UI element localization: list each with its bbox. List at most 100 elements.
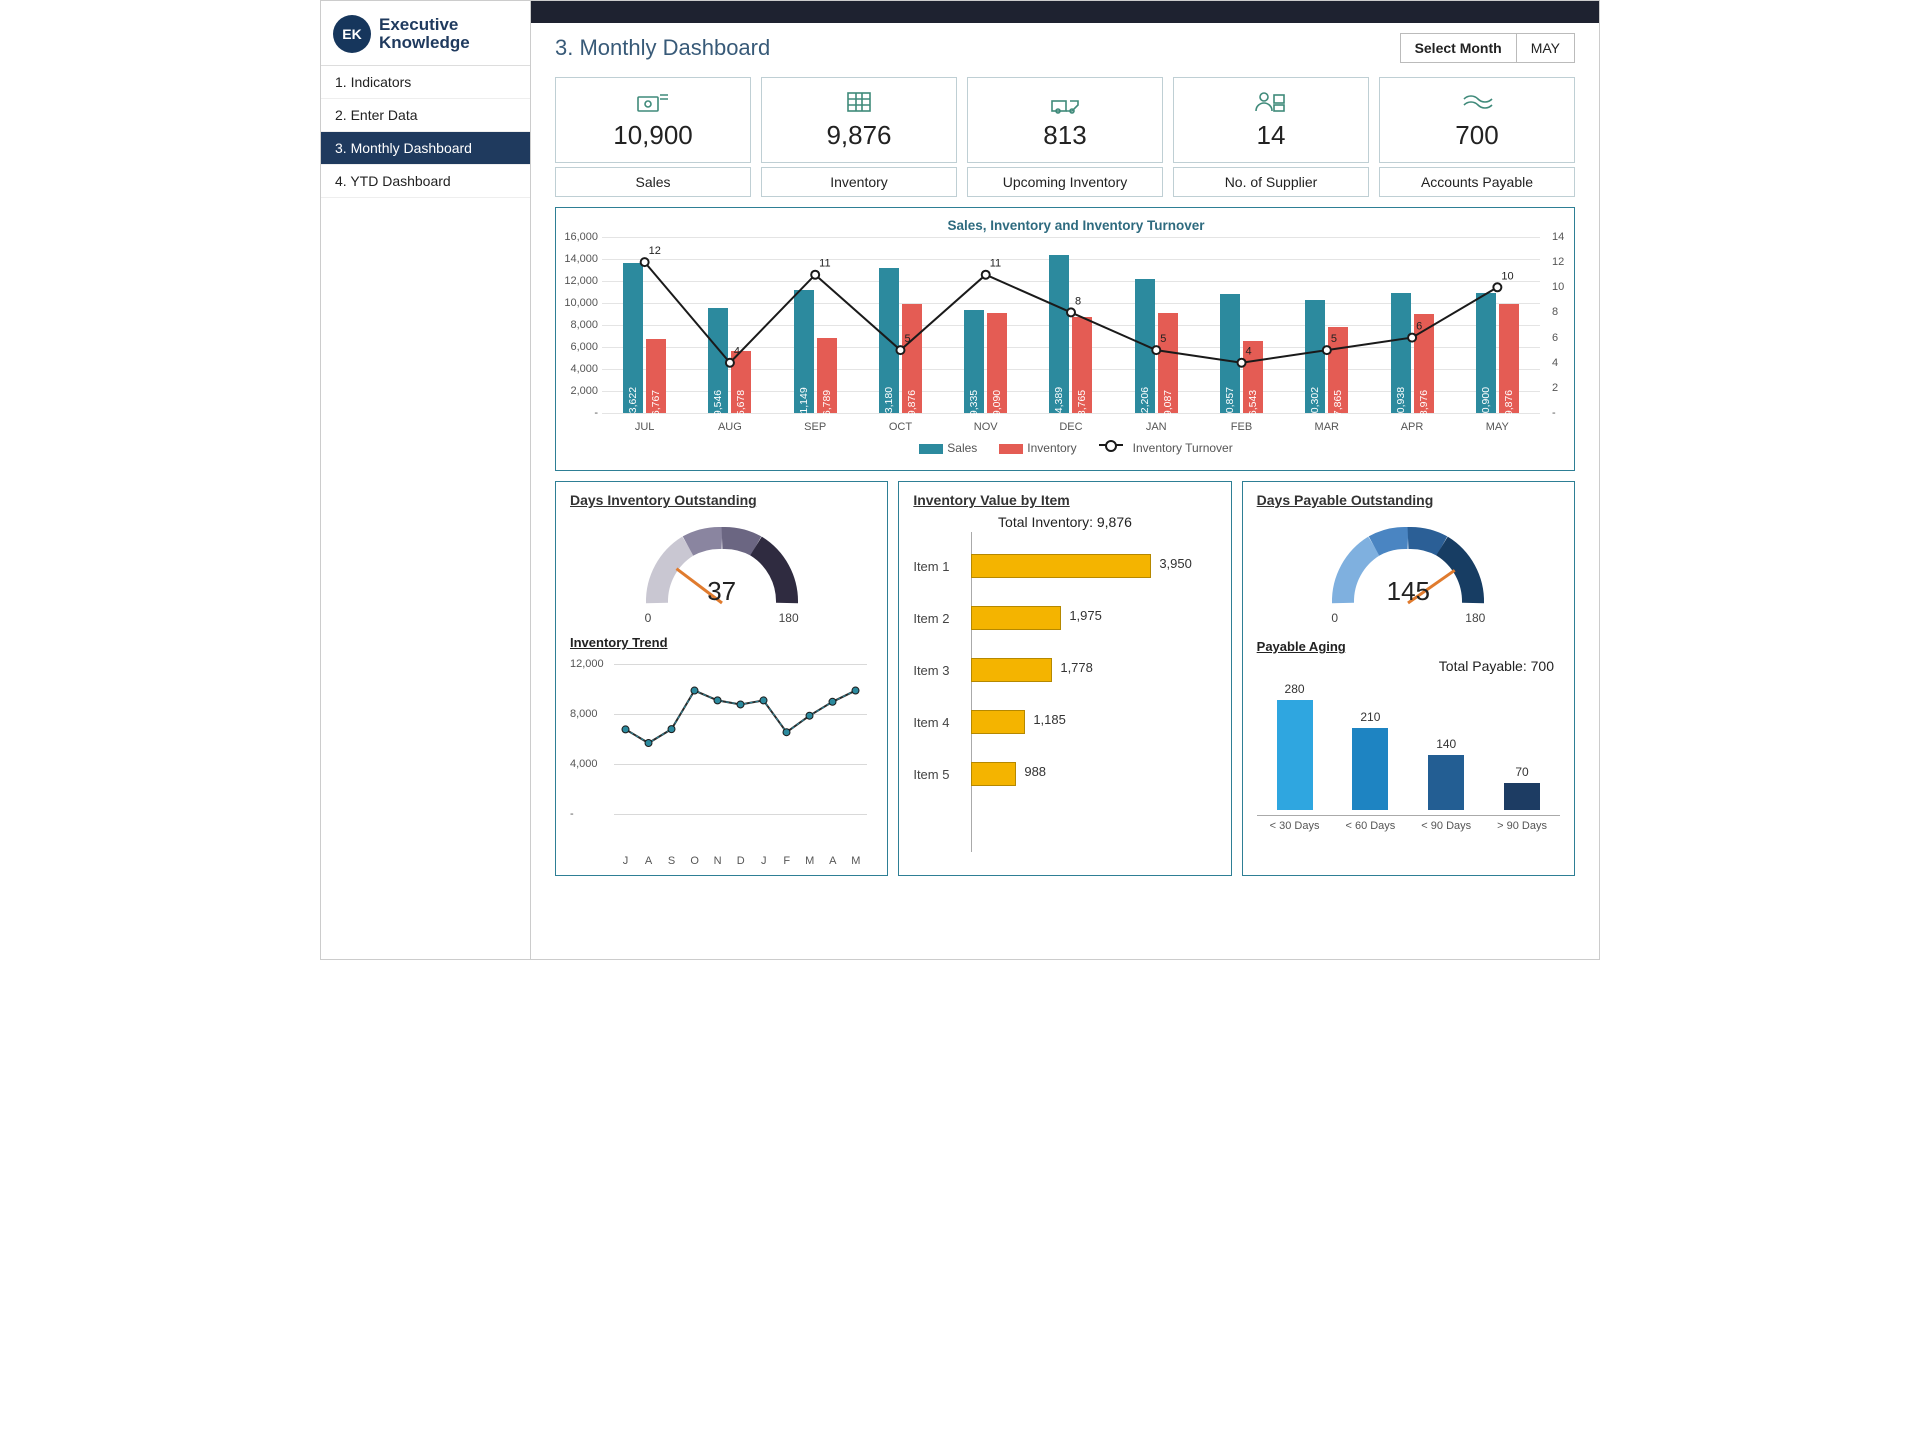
dpo-value: 145	[1387, 576, 1430, 607]
hbar-label: Item 5	[913, 767, 971, 782]
aging-bar	[1352, 728, 1388, 811]
kpi-card: 813 Upcoming Inventory	[967, 77, 1163, 197]
hbar-fill	[971, 710, 1025, 734]
header: 3. Monthly Dashboard Select Month MAY	[531, 23, 1599, 69]
bar-inventory: 9,087	[1158, 313, 1178, 413]
logo-line2: Knowledge	[379, 34, 470, 52]
bar-inventory: 9,090	[987, 313, 1007, 413]
hbar-value: 1,975	[1069, 608, 1102, 623]
aging-value: 140	[1436, 737, 1456, 751]
month-picker-value[interactable]: MAY	[1517, 33, 1575, 63]
page-title: 3. Monthly Dashboard	[555, 35, 770, 61]
aging-title: Payable Aging	[1257, 639, 1560, 654]
kpi-value: 9,876	[826, 120, 891, 151]
aging-col: 140	[1408, 682, 1484, 810]
aging-plot: 280 210 140 70 < 30 Days< 60 Days< 90 Da…	[1257, 682, 1560, 832]
kpi-icon	[1048, 89, 1082, 118]
nav-list: 1. Indicators2. Enter Data3. Monthly Das…	[321, 66, 530, 198]
nav-item[interactable]: 1. Indicators	[321, 66, 530, 99]
combo-plot: 16,00014,00012,00010,0008,0006,0004,0002…	[602, 237, 1550, 413]
inv-by-item-title: Inventory Value by Item	[913, 492, 1216, 508]
aging-col: 210	[1332, 682, 1408, 810]
hbar-track: 988	[971, 760, 1216, 788]
bar-sales: 9,546	[708, 308, 728, 413]
nav-item[interactable]: 4. YTD Dashboard	[321, 165, 530, 198]
nav-item[interactable]: 2. Enter Data	[321, 99, 530, 132]
bar-sales: 10,857	[1220, 294, 1240, 413]
hbar-row: Item 5 988	[913, 748, 1216, 800]
kpi-top: 10,900	[555, 77, 751, 163]
bar-inventory: 6,767	[646, 339, 666, 413]
bar-inventory: 9,876	[1499, 304, 1519, 413]
hbar-label: Item 3	[913, 663, 971, 678]
hbar-list: Item 1 3,950 Item 2 1,975 Item 3 1,778 I…	[913, 540, 1216, 800]
dpo-range: 0 180	[1323, 611, 1493, 625]
aging-col: 70	[1484, 682, 1560, 810]
hbar-fill	[971, 658, 1052, 682]
hbar-track: 1,185	[971, 708, 1216, 736]
kpi-top: 700	[1379, 77, 1575, 163]
combo-chart: Sales, Inventory and Inventory Turnover …	[555, 207, 1575, 471]
kpi-label: Inventory	[761, 167, 957, 197]
bar-inventory: 9,876	[902, 304, 922, 413]
panel-inv-by-item: Inventory Value by Item Total Inventory:…	[898, 481, 1231, 876]
bar-inventory: 6,789	[817, 338, 837, 413]
kpi-label: Sales	[555, 167, 751, 197]
month-picker[interactable]: Select Month MAY	[1400, 33, 1575, 63]
aging-bar	[1428, 755, 1464, 810]
hbar-value: 1,185	[1033, 712, 1066, 727]
month-picker-label: Select Month	[1400, 33, 1517, 63]
kpi-icon	[842, 89, 876, 118]
bar-inventory: 8,765	[1072, 317, 1092, 413]
aging-bar	[1277, 700, 1313, 810]
kpi-label: Accounts Payable	[1379, 167, 1575, 197]
dpo-title: Days Payable Outstanding	[1257, 492, 1560, 508]
legend-inventory: Inventory	[999, 441, 1076, 455]
inv-by-item-total: Total Inventory: 9,876	[913, 514, 1216, 530]
bar-sales: 10,900	[1476, 293, 1496, 413]
logo-badge-icon: EK	[333, 15, 371, 53]
aging-value: 70	[1515, 765, 1528, 779]
hbar-track: 3,950	[971, 552, 1216, 580]
hbar-row: Item 2 1,975	[913, 592, 1216, 644]
combo-chart-title: Sales, Inventory and Inventory Turnover	[602, 218, 1550, 233]
hbar-label: Item 2	[913, 611, 971, 626]
kpi-card: 14 No. of Supplier	[1173, 77, 1369, 197]
bar-sales: 10,302	[1305, 300, 1325, 413]
dio-value: 37	[707, 576, 736, 607]
kpi-value: 813	[1043, 120, 1086, 151]
bottom-row: Days Inventory Outstanding 37 0	[555, 481, 1575, 876]
hbar-track: 1,778	[971, 656, 1216, 684]
logo-line1: Executive	[379, 16, 470, 34]
aging-bar	[1504, 783, 1540, 811]
hbar-row: Item 4 1,185	[913, 696, 1216, 748]
kpi-top: 9,876	[761, 77, 957, 163]
dpo-gauge: 145	[1323, 518, 1493, 613]
hbar-axis-line	[971, 532, 972, 852]
hbar-fill	[971, 762, 1016, 786]
aging-value: 280	[1285, 682, 1305, 696]
logo: EK Executive Knowledge	[321, 1, 530, 66]
bar-sales: 13,180	[879, 268, 899, 413]
hbar-track: 1,975	[971, 604, 1216, 632]
bar-sales: 10,938	[1391, 293, 1411, 413]
hbar-value: 3,950	[1159, 556, 1192, 571]
kpi-top: 14	[1173, 77, 1369, 163]
bar-sales: 13,622	[623, 263, 643, 413]
content: 10,900 Sales 9,876 Inventory 813 Upcomin…	[531, 69, 1599, 892]
topbar-strip	[531, 1, 1599, 23]
kpi-icon	[636, 89, 670, 118]
aging-value: 210	[1360, 710, 1380, 724]
legend-turnover: Inventory Turnover	[1099, 441, 1233, 455]
kpi-card: 700 Accounts Payable	[1379, 77, 1575, 197]
dio-range: 0 180	[637, 611, 807, 625]
nav-item[interactable]: 3. Monthly Dashboard	[321, 132, 530, 165]
kpi-row: 10,900 Sales 9,876 Inventory 813 Upcomin…	[555, 77, 1575, 197]
kpi-value: 700	[1455, 120, 1498, 151]
logo-text: Executive Knowledge	[379, 16, 470, 52]
bar-sales: 14,389	[1049, 255, 1069, 413]
bar-sales: 12,206	[1135, 279, 1155, 413]
bar-sales: 11,149	[794, 290, 814, 413]
kpi-card: 9,876 Inventory	[761, 77, 957, 197]
aging-total: Total Payable: 700	[1257, 658, 1554, 674]
